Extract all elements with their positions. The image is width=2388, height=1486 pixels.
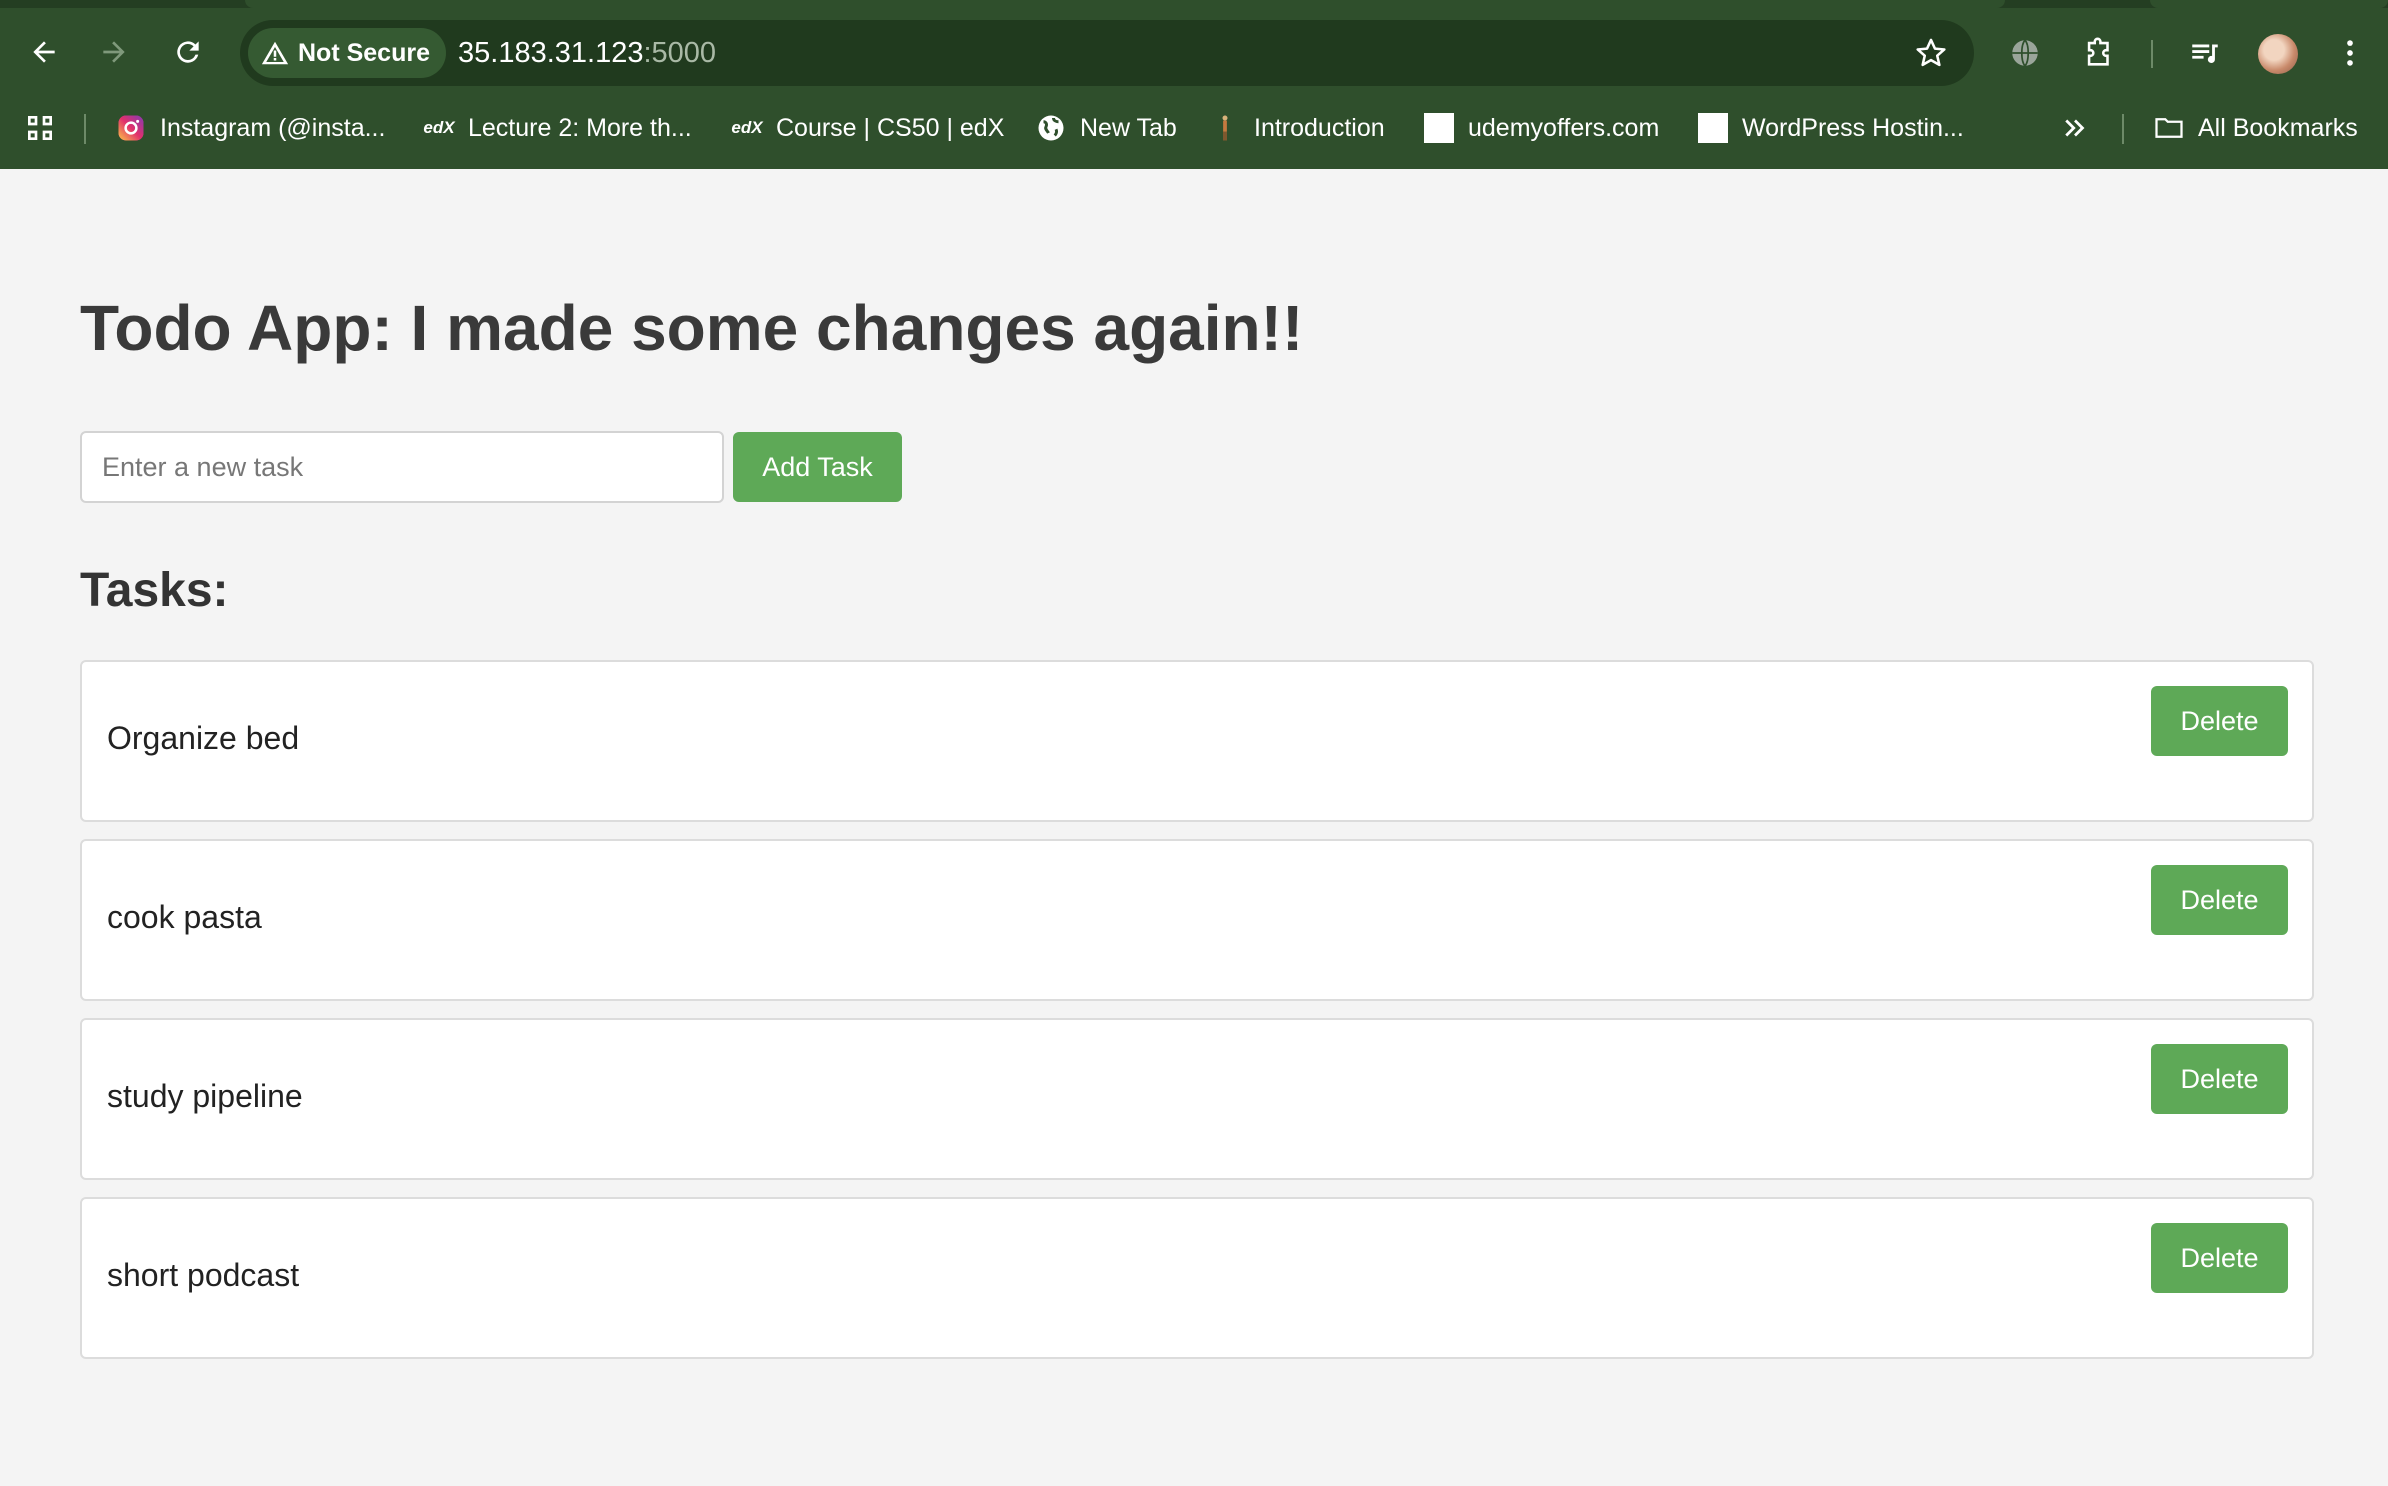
bookmark-wordpress-hosting[interactable]: WordPress Hostin... — [1698, 100, 1964, 156]
security-chip[interactable]: Not Secure — [248, 28, 446, 78]
tab-edge[interactable] — [2150, 0, 2388, 8]
delete-task-button[interactable]: Delete — [2151, 1223, 2288, 1293]
all-bookmarks-button[interactable]: All Bookmarks — [2154, 100, 2358, 156]
folder-icon — [2154, 113, 2184, 143]
delete-task-button[interactable]: Delete — [2151, 686, 2288, 756]
task-text: cook pasta — [107, 899, 262, 935]
bookmark-course-cs50[interactable]: edX Course | CS50 | edX — [731, 100, 1005, 156]
puzzle-icon — [2087, 37, 2109, 66]
task-text: short podcast — [107, 1257, 300, 1293]
bookmark-label: New Tab — [1080, 113, 1177, 142]
delete-task-button[interactable]: Delete — [2151, 865, 2288, 935]
profile-avatar[interactable] — [2258, 34, 2298, 74]
tab-strip — [0, 0, 2388, 8]
instagram-icon — [116, 113, 146, 143]
bookmark-new-tab[interactable]: New Tab — [1036, 100, 1177, 156]
back-button[interactable] — [20, 28, 68, 76]
page-content: Todo App: I made some changes again!! Ad… — [0, 169, 2388, 1486]
double-chevron-right-icon — [2065, 119, 2085, 137]
bookmark-label: Instagram (@insta... — [160, 113, 386, 142]
bookmarks-bar: Instagram (@insta... edX Lecture 2: More… — [0, 100, 2388, 156]
globe-icon — [2012, 39, 2038, 67]
blank-page-icon — [1698, 113, 1728, 143]
task-item: short podcast Delete — [80, 1197, 2314, 1359]
browser-toolbar: Not Secure 35.183.31.123:5000 — [0, 16, 2388, 90]
task-list: Organize bed Delete cook pasta Delete st… — [80, 660, 2314, 1376]
bookmark-label: Course | CS50 | edX — [776, 113, 1005, 142]
all-bookmarks-label: All Bookmarks — [2198, 113, 2358, 142]
bookmark-introduction[interactable]: Introduction — [1210, 100, 1385, 156]
media-controls-button[interactable] — [2182, 30, 2228, 76]
warning-icon — [261, 41, 289, 65]
url-host: 35.183.31.123 — [458, 37, 644, 69]
bookmark-lecture-2[interactable]: edX Lecture 2: More th... — [423, 100, 692, 156]
bookmark-label: Introduction — [1254, 113, 1385, 142]
reload-button[interactable] — [164, 28, 212, 76]
new-task-input[interactable] — [80, 431, 724, 503]
url-port: :5000 — [643, 37, 717, 69]
task-text: study pipeline — [107, 1078, 303, 1114]
url-text[interactable]: 35.183.31.123:5000 — [458, 20, 716, 86]
globe-icon — [1036, 113, 1066, 143]
apps-button[interactable] — [24, 100, 56, 156]
toolbar-separator — [2151, 40, 2153, 68]
forward-button[interactable] — [90, 28, 138, 76]
bookmark-instagram[interactable]: Instagram (@insta... — [116, 100, 385, 156]
apps-grid-icon — [28, 116, 52, 140]
reload-icon — [177, 41, 199, 63]
bookmark-label: udemyoffers.com — [1468, 113, 1660, 142]
browser-chrome: Not Secure 35.183.31.123:5000 Instagram … — [0, 0, 2388, 169]
bookmarks-separator — [2122, 114, 2124, 144]
page-title: Todo App: I made some changes again!! — [80, 292, 1304, 364]
arrow-right-icon — [103, 41, 125, 63]
add-task-button[interactable]: Add Task — [733, 432, 902, 502]
bookmarks-separator — [84, 114, 86, 144]
extensions-button[interactable] — [2076, 30, 2122, 76]
task-text: Organize bed — [107, 720, 300, 756]
bookmark-star-icon[interactable] — [1914, 36, 1948, 70]
bookmark-udemyoffers[interactable]: udemyoffers.com — [1424, 100, 1659, 156]
blank-page-icon — [1424, 113, 1454, 143]
address-bar[interactable]: Not Secure 35.183.31.123:5000 — [240, 20, 1974, 86]
edx-icon: edX — [731, 118, 763, 137]
bookmark-label: WordPress Hostin... — [1742, 113, 1964, 142]
more-vert-icon — [2347, 40, 2353, 66]
task-item: Organize bed Delete — [80, 660, 2314, 822]
tasks-heading: Tasks: — [80, 564, 229, 617]
bookmarks-overflow-button[interactable] — [2060, 100, 2090, 156]
arrow-left-icon — [33, 41, 55, 63]
browser-menu-button[interactable] — [2327, 30, 2373, 76]
task-item: cook pasta Delete — [80, 839, 2314, 1001]
delete-task-button[interactable]: Delete — [2151, 1044, 2288, 1114]
playlist-music-icon — [2192, 44, 2218, 63]
site-globe-button[interactable] — [2002, 30, 2048, 76]
task-item: study pipeline Delete — [80, 1018, 2314, 1180]
active-tab-edge[interactable] — [245, 0, 2005, 8]
security-chip-label: Not Secure — [298, 38, 430, 67]
figure-icon — [1210, 113, 1240, 143]
edx-icon: edX — [423, 118, 455, 137]
bookmark-label: Lecture 2: More th... — [468, 113, 692, 142]
